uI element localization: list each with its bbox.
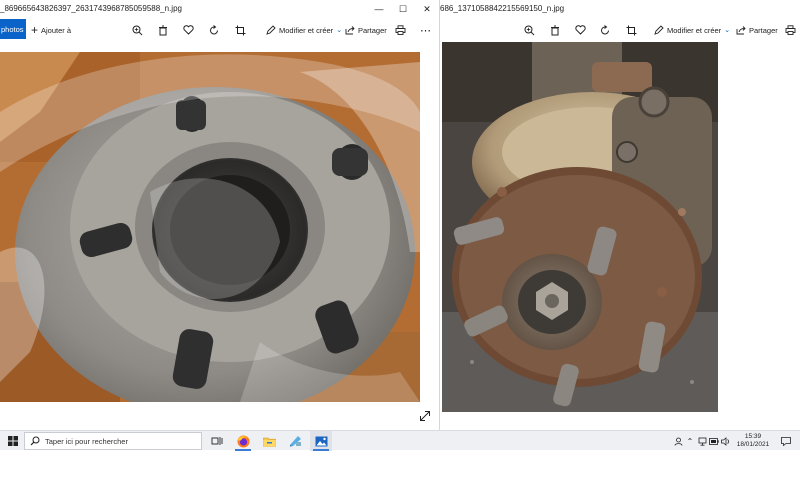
file-explorer-taskbar-button[interactable]	[258, 431, 280, 451]
clock-time: 15:39	[744, 433, 762, 440]
photo-brake-disc-hub	[0, 52, 420, 402]
more-options-button[interactable]: ⋯	[420, 22, 431, 38]
trash-icon	[551, 25, 559, 35]
ellipsis-icon: ⋯	[420, 24, 431, 37]
notifications-button[interactable]	[776, 431, 796, 451]
toolbar: photos + Ajouter à Modifier et créer ⌄ P…	[0, 18, 439, 42]
taskbar-search-box[interactable]: Taper ici pour rechercher	[24, 432, 202, 450]
edit-create-label: Modifier et créer	[279, 25, 334, 35]
photos-app-button[interactable]: photos	[0, 19, 26, 39]
print-button[interactable]	[785, 22, 796, 38]
photo-rusty-wheel-hub	[442, 42, 718, 412]
active-indicator	[313, 449, 329, 451]
task-view-icon	[211, 437, 223, 445]
window-title: _869665643826397_2631743968785059588_n.j…	[0, 4, 182, 13]
edit-create-label: Modifier et créer	[667, 25, 722, 35]
tray-network-button[interactable]	[696, 431, 708, 451]
share-label: Partager	[358, 25, 387, 35]
edit-icon	[266, 25, 276, 35]
notification-icon	[781, 436, 791, 446]
task-view-button[interactable]	[207, 431, 227, 451]
printer-icon	[395, 25, 406, 35]
favorite-button[interactable]	[183, 22, 194, 38]
share-icon	[345, 26, 355, 35]
toolbar: Modifier et créer ⌄ Partager	[440, 18, 800, 42]
zoom-button[interactable]	[132, 22, 143, 38]
title-bar: 686_1371058842215569150_n.jpg	[440, 0, 800, 18]
edit-icon	[654, 25, 664, 35]
window-title: 686_1371058842215569150_n.jpg	[440, 4, 565, 13]
tray-people-button[interactable]	[672, 431, 684, 451]
speaker-icon	[721, 436, 730, 446]
add-to-label: Ajouter à	[41, 25, 72, 35]
minimize-button[interactable]: —	[368, 0, 390, 18]
search-placeholder: Taper ici pour rechercher	[45, 436, 128, 446]
firefox-taskbar-button[interactable]	[232, 431, 254, 451]
expand-icon[interactable]	[419, 410, 431, 422]
chevron-up-icon: ⌃	[686, 436, 694, 446]
clock-date: 18/01/2021	[736, 441, 770, 448]
edit-create-button[interactable]: Modifier et créer ⌄	[654, 22, 730, 38]
rotate-button[interactable]	[209, 22, 220, 38]
plus-icon: +	[31, 23, 39, 37]
heart-icon	[183, 25, 194, 35]
photos-label: photos	[1, 24, 24, 34]
print-button[interactable]	[395, 22, 406, 38]
trash-icon	[159, 25, 167, 35]
crop-icon	[235, 25, 246, 35]
heart-icon	[575, 25, 586, 35]
rusty-wheel-hub-image	[442, 42, 718, 412]
crop-icon	[626, 25, 637, 35]
store-taskbar-button[interactable]	[284, 431, 306, 451]
rotate-button[interactable]	[600, 22, 611, 38]
close-button[interactable]: ✕	[416, 0, 438, 18]
crop-button[interactable]	[626, 22, 637, 38]
rotate-icon	[601, 24, 609, 34]
edit-create-button[interactable]: Modifier et créer ⌄	[266, 22, 342, 38]
share-label: Partager	[749, 25, 778, 35]
photos-taskbar-button[interactable]	[310, 431, 332, 451]
tray-volume-button[interactable]	[720, 431, 732, 451]
printer-icon	[785, 25, 796, 35]
desktop: _869665643826397_2631743968785059588_n.j…	[0, 0, 800, 483]
title-bar: _869665643826397_2631743968785059588_n.j…	[0, 0, 439, 18]
search-icon	[30, 436, 40, 446]
crop-button[interactable]	[235, 22, 246, 38]
share-button[interactable]: Partager	[345, 22, 387, 38]
folder-icon	[262, 437, 276, 447]
firefox-icon	[237, 435, 249, 447]
favorite-button[interactable]	[575, 22, 586, 38]
start-button[interactable]	[4, 431, 22, 451]
network-icon	[698, 437, 706, 446]
chevron-down-icon: ⌄	[336, 27, 343, 34]
maximize-button[interactable]: ☐	[392, 0, 414, 18]
tray-clock[interactable]: 15:39 18/01/2021	[734, 431, 772, 451]
edit-tool-icon	[289, 436, 301, 447]
chevron-down-icon: ⌄	[724, 27, 731, 34]
delete-button[interactable]	[550, 22, 560, 38]
rotate-icon	[210, 24, 218, 34]
taskbar: Taper ici pour rechercher ⌃ 15:39 18/01/…	[0, 430, 800, 451]
brake-disc-hub-image	[0, 52, 420, 402]
tray-battery-button[interactable]	[708, 431, 720, 451]
photos-app-icon	[315, 436, 327, 446]
tray-expand-button[interactable]: ⌃	[684, 431, 696, 451]
active-indicator	[235, 449, 251, 451]
windows-icon	[8, 436, 18, 446]
share-icon	[736, 26, 746, 35]
person-icon	[674, 437, 682, 446]
delete-button[interactable]	[158, 22, 168, 38]
zoom-in-icon	[524, 25, 535, 35]
add-to-button[interactable]: + Ajouter à	[31, 22, 71, 38]
photos-window-left: _869665643826397_2631743968785059588_n.j…	[0, 0, 440, 430]
photos-window-right: 686_1371058842215569150_n.jpg Modifier e…	[440, 0, 800, 430]
zoom-in-icon	[132, 25, 143, 35]
share-button[interactable]: Partager	[736, 22, 778, 38]
battery-icon	[709, 437, 719, 445]
zoom-button[interactable]	[524, 22, 535, 38]
